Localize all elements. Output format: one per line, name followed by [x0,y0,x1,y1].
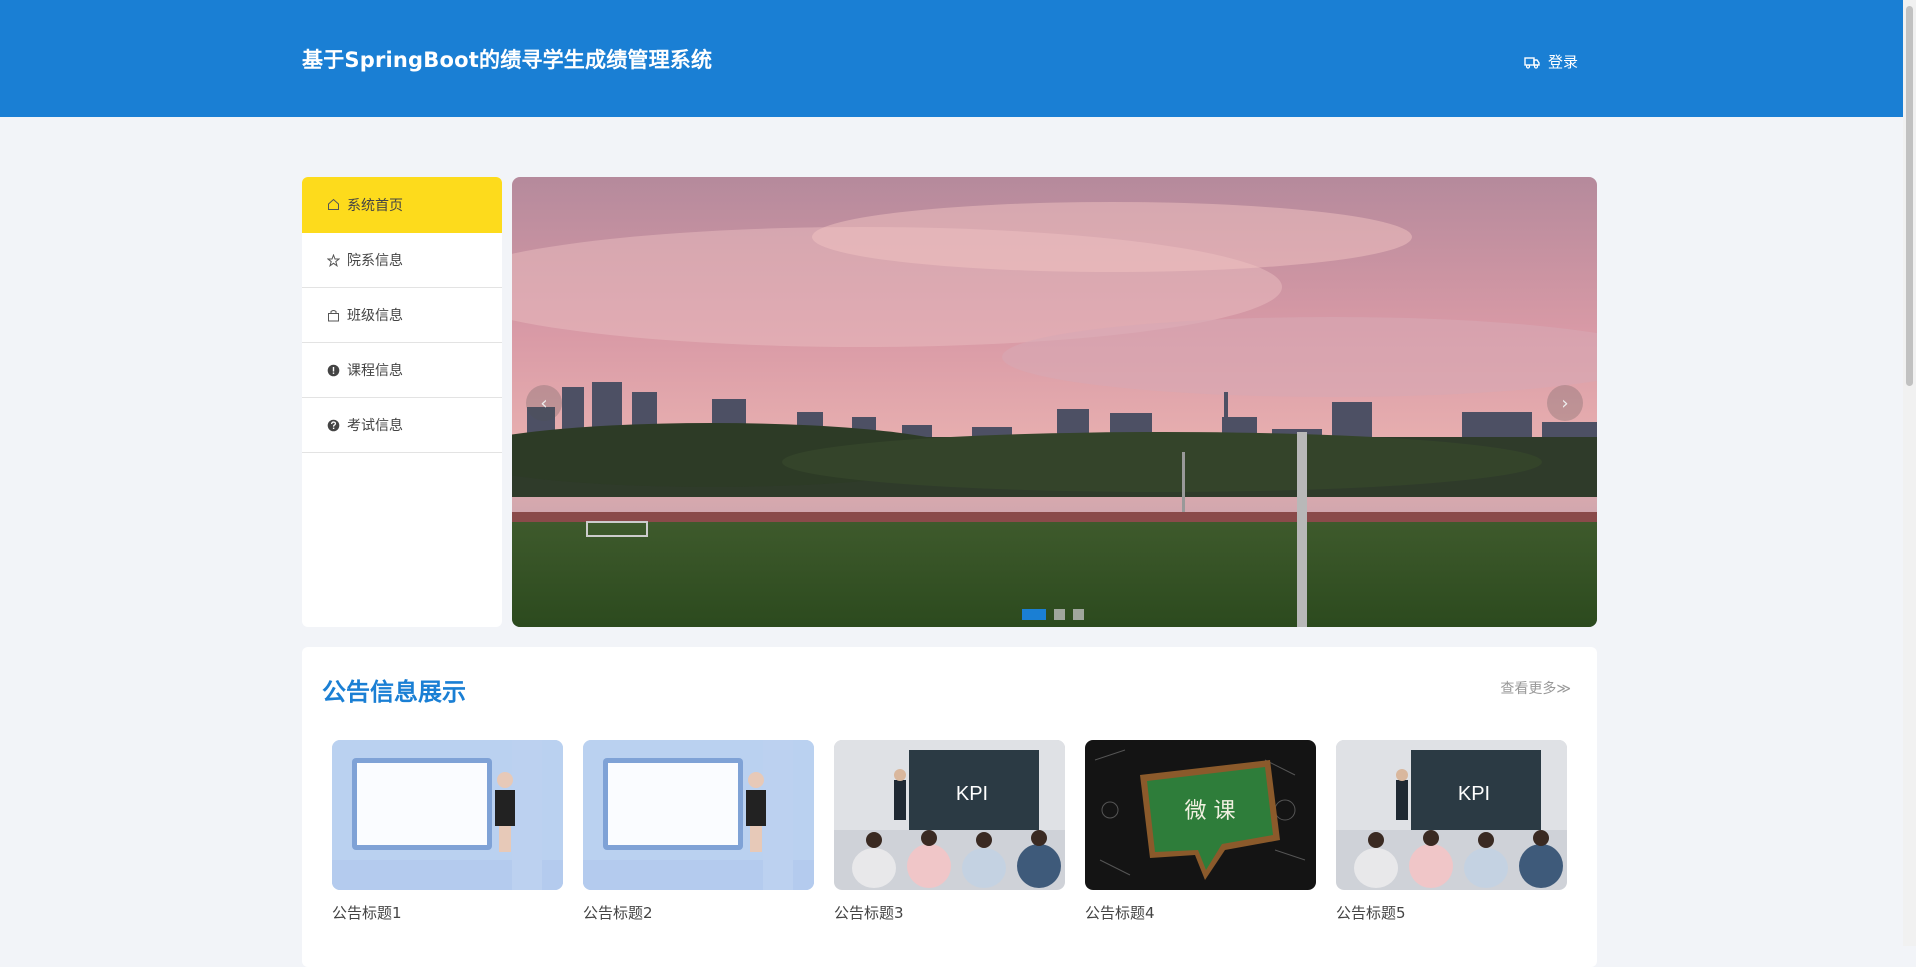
sidebar-item-class[interactable]: 班级信息 [302,288,502,343]
bag-icon [328,309,339,321]
carousel-prev-button[interactable]: ‹ [526,385,562,421]
notice-thumbnail: KPI [834,740,1065,890]
kpi-classroom-image: KPI [834,740,1065,890]
star-icon [327,253,340,267]
site-title: 基于SpringBoot的绩寻学生成绩管理系统 [302,48,713,72]
notice-card[interactable]: 公告标题1 [332,740,563,923]
notice-heading: 公告信息展示 [322,678,466,706]
banner-image [512,177,1597,627]
notice-title: 公告标题3 [834,904,904,922]
presenter-image [332,740,563,890]
top-header: 基于SpringBoot的绩寻学生成绩管理系统 登录 [0,0,1903,117]
notice-title: 公告标题4 [1085,904,1155,922]
sidebar-item-label: 系统首页 [347,197,403,214]
notice-card[interactable]: KPI 公告标题5 [1336,740,1567,923]
carousel-dot-1[interactable] [1022,609,1046,620]
notice-card[interactable]: 微 课 公告标题4 [1085,740,1316,923]
svg-text:微 课: 微 课 [1185,799,1236,824]
carousel-dot-2[interactable] [1054,609,1065,620]
chalkboard-image: 微 课 [1085,740,1316,890]
carousel-dot-3[interactable] [1073,609,1084,620]
notice-thumbnail [583,740,814,890]
notice-thumbnail [332,740,563,890]
login-button[interactable]: 登录 [1524,51,1578,72]
alert-circle-icon [327,364,340,376]
sidebar-item-label: 考试信息 [347,418,403,434]
notice-card[interactable]: 公告标题2 [583,740,814,923]
svg-text:KPI: KPI [956,783,988,805]
kpi-classroom-image: KPI [1336,740,1567,890]
notice-title: 公告标题2 [583,904,653,922]
notice-thumbnail: 微 课 [1085,740,1316,890]
sidebar-item-label: 课程信息 [347,363,403,379]
chevron-left-icon: ‹ [540,392,548,414]
home-icon [328,198,339,210]
sidebar-item-label: 班级信息 [347,308,403,324]
scrollbar-thumb[interactable] [1906,6,1913,386]
sidebar-item-department[interactable]: 院系信息 [302,233,502,288]
chevron-right-icon: › [1561,392,1569,414]
sidebar-item-course[interactable]: 课程信息 [302,343,502,398]
notice-section: 公告信息展示 查看更多≫ 公告标题1 公告标题2 KPI 公告标题3 微 课 公… [302,647,1597,967]
svg-text:KPI: KPI [1458,783,1490,805]
carousel-next-button[interactable]: › [1547,385,1583,421]
login-label: 登录 [1548,53,1579,71]
banner-carousel[interactable]: ‹ › [512,177,1597,627]
notice-title: 公告标题1 [332,904,402,922]
question-circle-icon [327,419,340,431]
sidebar-item-home[interactable]: 系统首页 [302,177,502,233]
truck-icon [1524,56,1540,69]
sidebar-item-exam[interactable]: 考试信息 [302,398,502,453]
page-scrollbar[interactable] [1903,0,1916,946]
notice-card[interactable]: KPI 公告标题3 [834,740,1065,923]
view-more-link[interactable]: 查看更多≫ [1500,678,1571,698]
notice-thumbnail: KPI [1336,740,1567,890]
carousel-indicators [1022,609,1084,620]
notice-title: 公告标题5 [1336,904,1406,922]
sidebar-menu: 系统首页 院系信息 班级信息 课程信息 考试信息 [302,177,502,627]
sidebar-item-label: 院系信息 [347,253,403,269]
presenter-image [583,740,814,890]
